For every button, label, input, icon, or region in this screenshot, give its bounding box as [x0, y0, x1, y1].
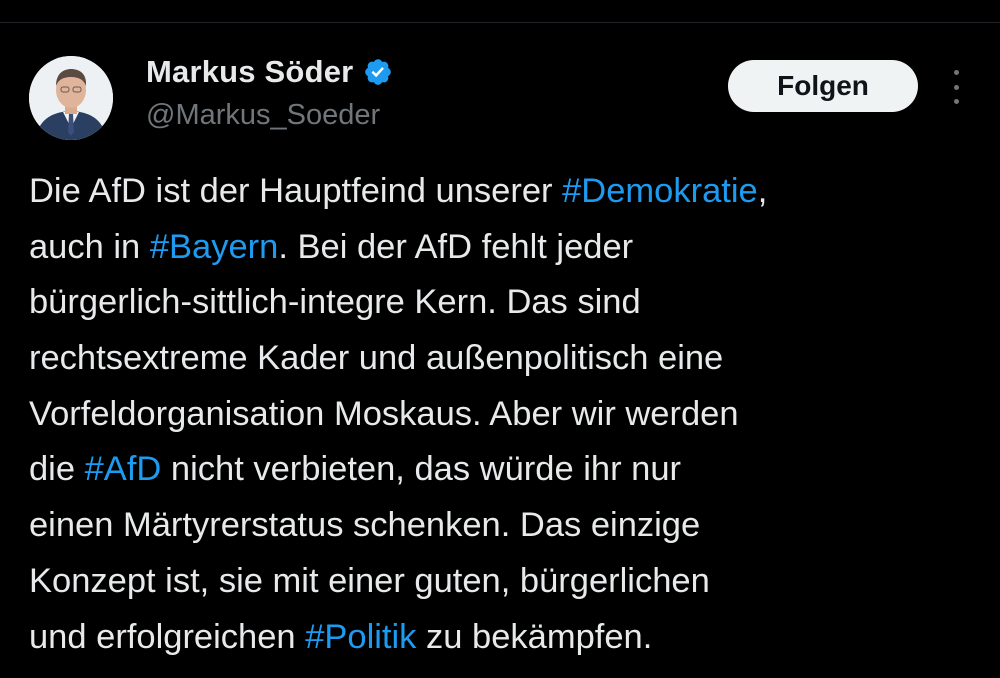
avatar-photo — [29, 56, 113, 140]
tweet-text-segment: die — [29, 450, 85, 489]
tweet-text-segment: bürgerlich-sittlich-integre Kern. Das si… — [29, 283, 641, 322]
tweet-text-segment: rechtsextreme Kader und außenpolitisch e… — [29, 339, 724, 378]
tweet-text-segment: und erfolgreichen — [29, 617, 306, 656]
tweet-line: Konzept ist, sie mit einer guten, bürger… — [29, 554, 989, 610]
tweet-text-segment: Vorfeldorganisation Moskaus. Aber wir we… — [29, 394, 739, 433]
tweet-text-segment: Konzept ist, sie mit einer guten, bürger… — [29, 561, 710, 600]
hashtag-link[interactable]: #Bayern — [150, 228, 279, 266]
tweet-line: einen Märtyrerstatus schenken. Das einzi… — [29, 498, 989, 554]
hashtag-link[interactable]: #Politik — [305, 618, 416, 656]
tweet-line: rechtsextreme Kader und außenpolitisch e… — [29, 331, 989, 387]
tweet-text-segment: zu bekämpfen. — [416, 617, 653, 656]
tweet-text-segment: einen Märtyrerstatus schenken. Das einzi… — [29, 506, 701, 545]
tweet-line: bürgerlich-sittlich-integre Kern. Das si… — [29, 275, 989, 331]
tweet-text-segment: nicht verbieten, das würde ihr nur — [161, 450, 682, 489]
tweet-text-segment: auch in — [29, 227, 150, 266]
author-handle[interactable]: @Markus_Soeder — [146, 96, 380, 134]
tweet-line: auch in #Bayern. Bei der AfD fehlt jeder — [29, 220, 989, 276]
more-menu-dot — [953, 70, 959, 75]
tweet-line: die #AfD nicht verbieten, das würde ihr … — [29, 442, 989, 498]
tweet-line: und erfolgreichen #Politik zu bekämpfen. — [29, 610, 989, 666]
verified-badge-icon[interactable] — [363, 57, 393, 87]
tweet-text-segment: . Bei der AfD fehlt jeder — [278, 227, 634, 266]
tweet-line: Die AfD ist der Hauptfeind unserer #Demo… — [29, 164, 989, 220]
hashtag-link[interactable]: #AfD — [85, 450, 162, 488]
tweet-text: Die AfD ist der Hauptfeind unserer #Demo… — [29, 164, 989, 665]
tweet-text-segment: , — [757, 172, 768, 210]
follow-button[interactable]: Folgen — [728, 60, 918, 112]
hashtag-link[interactable]: #Demokratie — [562, 172, 758, 210]
author-name-row[interactable]: Markus Söder — [146, 52, 393, 92]
tweet-text-segment: Die AfD ist der Hauptfeind unserer — [29, 172, 563, 210]
author-display-name[interactable]: Markus Söder — [146, 54, 353, 90]
more-menu-dot — [953, 99, 959, 104]
author-avatar[interactable] — [29, 56, 113, 140]
more-vertical-icon[interactable] — [946, 70, 966, 104]
top-divider — [0, 22, 1000, 23]
more-menu-dot — [953, 84, 959, 90]
tweet-line: Vorfeldorganisation Moskaus. Aber wir we… — [29, 387, 989, 443]
